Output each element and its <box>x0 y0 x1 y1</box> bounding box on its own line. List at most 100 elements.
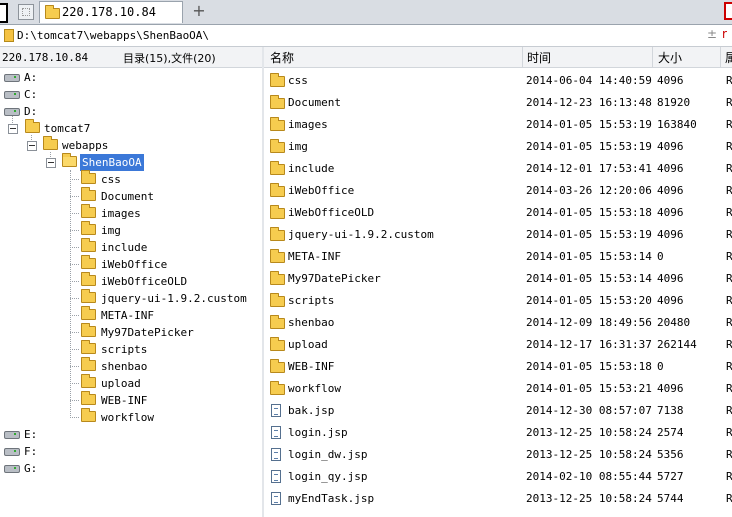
cell-size: 0 <box>657 250 664 263</box>
tree-label: F: <box>24 445 38 458</box>
list-row-folder[interactable]: shenbao 2014-12-09 18:49:56 20480 R <box>264 312 732 334</box>
tree-label: include <box>101 241 148 254</box>
cell-name: login.jsp <box>288 426 348 439</box>
plus-minus-icon[interactable]: ± <box>707 27 717 41</box>
column-header-name[interactable]: 名称 <box>270 49 294 66</box>
tree-label: tomcat7 <box>44 122 91 135</box>
tree-line <box>70 230 79 231</box>
cell-size: 5727 <box>657 470 684 483</box>
path-bar[interactable]: D:\tomcat7\webapps\ShenBaoOA\ ± r <box>0 25 732 47</box>
column-divider[interactable] <box>522 47 523 67</box>
screenshot-icon[interactable] <box>18 4 34 20</box>
list-row-folder[interactable]: Document 2014-12-23 16:13:48 81920 R <box>264 92 732 114</box>
folder-icon <box>81 408 96 422</box>
cell-time: 2014-01-05 15:53:19 <box>526 118 652 131</box>
close-icon[interactable] <box>724 2 732 20</box>
app-menu-icon[interactable] <box>0 3 8 23</box>
list-row-folder[interactable]: META-INF 2014-01-05 15:53:14 0 R <box>264 246 732 268</box>
tree-line <box>70 332 79 333</box>
cell-attr: R <box>726 360 732 373</box>
cell-time: 2014-12-30 08:57:07 <box>526 404 652 417</box>
file-icon <box>271 404 281 417</box>
tree-line <box>70 213 79 214</box>
list-row-folder[interactable]: iWebOfficeOLD 2014-01-05 15:53:18 4096 R <box>264 202 732 224</box>
list-row-folder[interactable]: iWebOffice 2014-03-26 12:20:06 4096 R <box>264 180 732 202</box>
cell-time: 2014-01-05 15:53:20 <box>526 294 652 307</box>
cell-time: 2014-12-09 18:49:56 <box>526 316 652 329</box>
cell-time: 2014-01-05 15:53:19 <box>526 228 652 241</box>
column-divider[interactable] <box>720 47 721 67</box>
tree-label: workflow <box>101 411 154 424</box>
cell-attr: R <box>726 118 732 131</box>
list-row-folder[interactable]: WEB-INF 2014-01-05 15:53:18 0 R <box>264 356 732 378</box>
column-divider[interactable] <box>652 47 653 67</box>
tree-label: shenbao <box>101 360 148 373</box>
collapse-icon[interactable] <box>46 158 56 168</box>
list-row-file[interactable]: login_qy.jsp 2014-02-10 08:55:44 5727 R <box>264 466 732 488</box>
folder-icon <box>25 119 40 133</box>
path-input[interactable]: D:\tomcat7\webapps\ShenBaoOA\ <box>17 29 209 42</box>
tab-active[interactable]: 220.178.10.84 <box>39 1 183 23</box>
list-header: 名称 时间 大小 属 <box>264 47 732 68</box>
list-row-folder[interactable]: css 2014-06-04 14:40:59 4096 R <box>264 70 732 92</box>
folder-icon <box>81 289 96 303</box>
cell-attr: R <box>726 492 732 505</box>
list-row-folder[interactable]: scripts 2014-01-05 15:53:20 4096 R <box>264 290 732 312</box>
drive-icon <box>4 108 20 116</box>
tab-title: 220.178.10.84 <box>62 5 156 19</box>
tree-label: img <box>101 224 121 237</box>
cell-time: 2014-01-05 15:53:18 <box>526 206 652 219</box>
folder-icon <box>270 271 285 285</box>
folder-icon <box>270 227 285 241</box>
file-icon <box>271 426 281 439</box>
cell-attr: R <box>726 338 732 351</box>
cell-size: 5744 <box>657 492 684 505</box>
cell-attr: R <box>726 426 732 439</box>
list-row-folder[interactable]: images 2014-01-05 15:53:19 163840 R <box>264 114 732 136</box>
list-row-file[interactable]: bak.jsp 2014-12-30 08:57:07 7138 R <box>264 400 732 422</box>
tree-label: D: <box>24 105 38 118</box>
folder-tree[interactable]: A: C: D: tomcat7 webapps ShenBaoOA css Do… <box>0 67 262 517</box>
folder-icon <box>270 359 285 373</box>
folder-icon <box>270 205 285 219</box>
list-row-file[interactable]: login_dw.jsp 2013-12-25 10:58:24 5356 R <box>264 444 732 466</box>
column-header-extra[interactable]: 属 <box>725 49 732 66</box>
cell-name: login_qy.jsp <box>288 470 368 483</box>
tree-line <box>70 196 79 197</box>
refresh-icon[interactable]: r <box>722 27 727 41</box>
list-row-folder[interactable]: include 2014-12-01 17:53:41 4096 R <box>264 158 732 180</box>
cell-attr: R <box>726 448 732 461</box>
cell-attr: R <box>726 74 732 87</box>
list-row-folder[interactable]: workflow 2014-01-05 15:53:21 4096 R <box>264 378 732 400</box>
tree-label: E: <box>24 428 38 441</box>
cell-name: My97DatePicker <box>288 272 381 285</box>
list-row-folder[interactable]: img 2014-01-05 15:53:19 4096 R <box>264 136 732 158</box>
list-row-folder[interactable]: upload 2014-12-17 16:31:37 262144 R <box>264 334 732 356</box>
column-header-time[interactable]: 时间 <box>527 49 551 66</box>
tree-line <box>70 264 79 265</box>
cell-size: 4096 <box>657 228 684 241</box>
list-row-file[interactable]: login.jsp 2013-12-25 10:58:24 2574 R <box>264 422 732 444</box>
tree-count-label: 目录(15),文件(20) <box>123 52 216 65</box>
cell-time: 2013-12-25 10:58:24 <box>526 426 652 439</box>
list-row-folder[interactable]: jquery-ui-1.9.2.custom 2014-01-05 15:53:1… <box>264 224 732 246</box>
column-header-size[interactable]: 大小 <box>658 49 682 66</box>
tree-label: META-INF <box>101 309 154 322</box>
cell-size: 7138 <box>657 404 684 417</box>
list-row-folder[interactable]: My97DatePicker 2014-01-05 15:53:14 4096 R <box>264 268 732 290</box>
collapse-icon[interactable] <box>27 141 37 151</box>
new-tab-button[interactable]: + <box>190 2 208 20</box>
cell-name: login_dw.jsp <box>288 448 368 461</box>
cell-size: 4096 <box>657 206 684 219</box>
drive-icon <box>4 465 20 473</box>
cell-name: META-INF <box>288 250 341 263</box>
collapse-icon[interactable] <box>8 124 18 134</box>
cell-attr: R <box>726 470 732 483</box>
cell-time: 2014-01-05 15:53:18 <box>526 360 652 373</box>
cell-size: 4096 <box>657 140 684 153</box>
tree-label-selected: ShenBaoOA <box>80 154 144 171</box>
tree-host-label: 220.178.10.84 <box>2 51 89 64</box>
cell-time: 2014-01-05 15:53:14 <box>526 272 652 285</box>
list-row-file[interactable]: myEndTask.jsp 2013-12-25 10:58:24 5744 R <box>264 488 732 510</box>
cell-name: jquery-ui-1.9.2.custom <box>288 228 434 241</box>
